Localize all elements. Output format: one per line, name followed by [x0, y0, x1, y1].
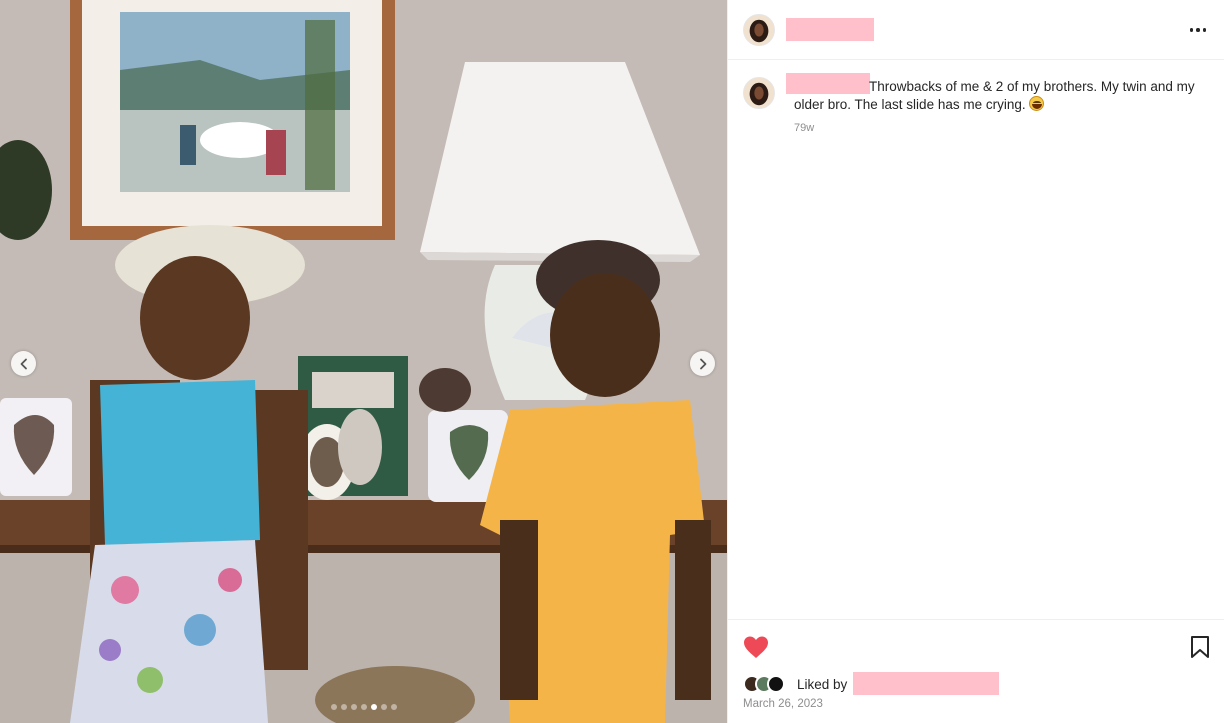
post-header — [728, 0, 1224, 60]
carousel-dot — [381, 704, 387, 710]
chevron-right-icon — [699, 358, 706, 369]
grinning-squinting-face-emoji-icon — [1029, 96, 1045, 111]
chevron-left-icon — [20, 358, 27, 369]
carousel-dot — [371, 704, 377, 710]
likers-redacted[interactable] — [853, 672, 999, 695]
caption-text: Throwbacks of me & 2 of my brothers. My … — [794, 79, 1195, 112]
post-photo — [0, 0, 727, 723]
author-username-redacted[interactable] — [786, 18, 874, 41]
carousel-dot — [351, 704, 357, 710]
liked-by-label: Liked by — [797, 677, 848, 692]
post-footer: Liked by March 26, 2023 — [728, 619, 1224, 723]
liker-avatar[interactable] — [767, 675, 785, 693]
carousel-indicator — [331, 704, 397, 710]
post-date: March 26, 2023 — [743, 698, 823, 710]
carousel-prev-button[interactable] — [11, 351, 36, 376]
caption-author-avatar[interactable] — [743, 77, 775, 109]
carousel-dot — [341, 704, 347, 710]
post-media[interactable] — [0, 0, 727, 723]
carousel-dot — [331, 704, 337, 710]
carousel-dot — [391, 704, 397, 710]
more-options-icon[interactable] — [1186, 22, 1210, 38]
heart-icon[interactable] — [742, 634, 770, 660]
author-avatar[interactable] — [743, 14, 775, 46]
post-details-panel: Throwbacks of me & 2 of my brothers. My … — [727, 0, 1224, 723]
carousel-dot — [361, 704, 367, 710]
caption-time-ago[interactable]: 79w — [794, 122, 814, 134]
caption-comment: Throwbacks of me & 2 of my brothers. My … — [728, 61, 1224, 151]
carousel-next-button[interactable] — [690, 351, 715, 376]
bookmark-icon[interactable] — [1188, 635, 1212, 659]
post-caption: Throwbacks of me & 2 of my brothers. My … — [794, 78, 1204, 114]
